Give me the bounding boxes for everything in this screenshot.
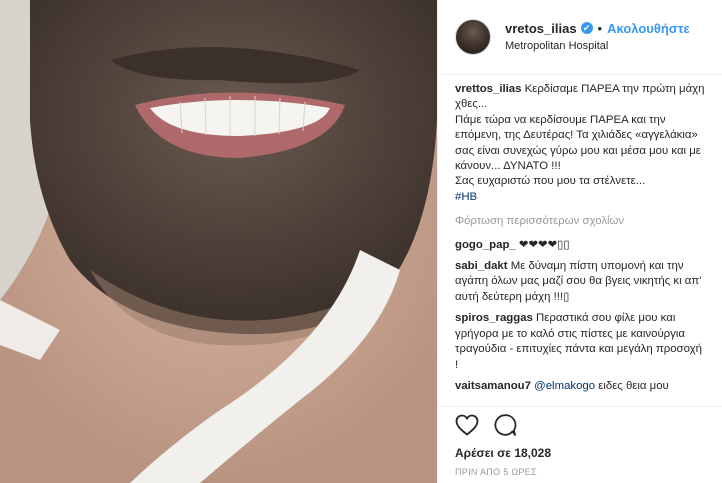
post-timestamp[interactable]: ΠΡΙΝ ΑΠΟ 5 ΩΡΕΣ	[455, 467, 705, 477]
comment-item: vaitsamanou7 @elmakogo ειδες θεια μου	[455, 379, 705, 394]
comment-username[interactable]: sabi_dakt	[455, 260, 508, 272]
post-actions: Αρέσει σε 18,028 ΠΡΙΝ ΑΠΟ 5 ΩΡΕΣ	[438, 406, 722, 477]
caption: vrettos_ilias Κερδίσαμε ΠΑΡΕΑ την πρώτη …	[455, 82, 705, 205]
comment-username[interactable]: spiros_raggas	[455, 312, 533, 324]
likes-count[interactable]: Αρέσει σε 18,028	[455, 446, 705, 460]
comment-mention-link[interactable]: @elmakogo	[531, 380, 595, 392]
bearded-smile-photo	[0, 0, 437, 483]
verified-badge-icon: ✔	[580, 22, 593, 35]
comment-username[interactable]: gogo_pap_	[455, 239, 516, 251]
load-more-comments-button[interactable]: Φόρτωση περισσότερων σχολίων	[455, 214, 705, 229]
comment-bubble-icon[interactable]	[493, 413, 517, 437]
follow-button[interactable]: Ακολουθήστε	[607, 21, 690, 37]
comment-username[interactable]: vaitsamanou7	[455, 380, 531, 392]
comment-text: ❤❤❤❤▯▯	[515, 238, 570, 251]
comment-item: sabi_dakt Με δύναμη πίστη υπομονή και τη…	[455, 259, 705, 305]
separator-dot: •	[597, 20, 603, 36]
caption-username[interactable]: vrettos_ilias	[455, 83, 521, 95]
post-details-panel: vretos_ilias ✔ • Ακολουθήστε Metropolita…	[437, 0, 722, 483]
comment-text: ειδες θεια μου	[595, 379, 669, 392]
avatar[interactable]	[455, 19, 491, 55]
comments-section[interactable]: vrettos_ilias Κερδίσαμε ΠΑΡΕΑ την πρώτη …	[438, 75, 722, 405]
comment-item: spiros_raggas Περαστικά σου φίλε μου και…	[455, 311, 705, 373]
hashtag-link[interactable]: #HB	[455, 191, 477, 203]
caption-text: Κερδίσαμε ΠΑΡΕΑ την πρώτη μάχη χθες... Π…	[455, 83, 705, 188]
post-header: vretos_ilias ✔ • Ακολουθήστε Metropolita…	[438, 0, 722, 75]
comment-item: gogo_pap_ ❤❤❤❤▯▯	[455, 238, 705, 253]
heart-outline-icon[interactable]	[455, 414, 479, 436]
location-link[interactable]: Metropolitan Hospital	[505, 40, 690, 53]
post-photo[interactable]	[0, 0, 437, 483]
author-username[interactable]: vretos_ilias	[505, 21, 577, 37]
